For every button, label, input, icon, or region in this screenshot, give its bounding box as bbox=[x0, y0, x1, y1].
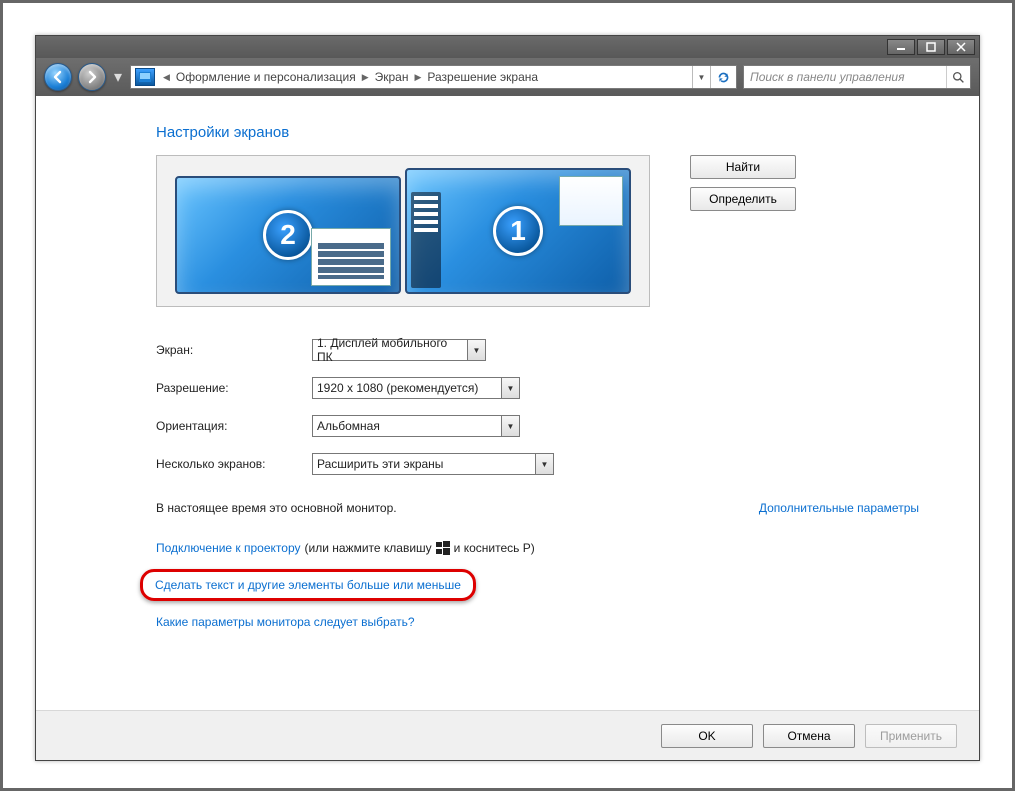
orientation-label: Ориентация: bbox=[156, 419, 312, 433]
advanced-settings-link[interactable]: Дополнительные параметры bbox=[759, 501, 919, 515]
primary-monitor-status: В настоящее время это основной монитор. bbox=[156, 501, 397, 515]
monitor-2-label: 2 bbox=[263, 210, 313, 260]
page-title: Настройки экранов bbox=[156, 124, 919, 141]
projector-hint-a: (или нажмите клавишу bbox=[305, 541, 432, 555]
forward-button[interactable] bbox=[78, 63, 106, 91]
highlight-callout: Сделать текст и другие элементы больше и… bbox=[140, 569, 476, 601]
back-button[interactable] bbox=[44, 63, 72, 91]
breadcrumb-resolution[interactable]: Разрешение экрана bbox=[425, 70, 540, 84]
decoration-icon bbox=[559, 176, 623, 226]
screen-label: Экран: bbox=[156, 343, 312, 357]
monitors-preview[interactable]: 2 1 bbox=[156, 155, 650, 307]
content-area: Настройки экранов 2 1 Найти Определить bbox=[36, 96, 979, 760]
screen-select[interactable]: 1. Дисплей мобильного ПК bbox=[312, 339, 468, 361]
multiple-displays-label: Несколько экранов: bbox=[156, 457, 312, 471]
navbar: ▾ ◀ Оформление и персонализация ▶ Экран … bbox=[36, 58, 979, 96]
orientation-select[interactable]: Альбомная bbox=[312, 415, 502, 437]
multiple-displays-select[interactable]: Расширить эти экраны bbox=[312, 453, 536, 475]
ok-button[interactable]: OK bbox=[661, 724, 753, 748]
monitor-1-label: 1 bbox=[493, 206, 543, 256]
projector-hint-b: и коснитесь P) bbox=[454, 541, 535, 555]
action-bar: OK Отмена Применить bbox=[36, 710, 979, 760]
maximize-button[interactable] bbox=[917, 39, 945, 55]
chevron-down-icon[interactable]: ▼ bbox=[502, 377, 520, 399]
find-button[interactable]: Найти bbox=[690, 155, 796, 179]
control-panel-icon bbox=[135, 68, 155, 86]
monitor-2[interactable]: 2 bbox=[175, 176, 401, 294]
chevron-right-icon: ▶ bbox=[410, 72, 425, 83]
minimize-button[interactable] bbox=[887, 39, 915, 55]
chevron-left-icon[interactable]: ◀ bbox=[159, 72, 174, 83]
search-icon[interactable] bbox=[946, 66, 970, 88]
chevron-right-icon: ▶ bbox=[358, 72, 373, 83]
close-button[interactable] bbox=[947, 39, 975, 55]
monitor-1[interactable]: 1 bbox=[405, 168, 631, 294]
breadcrumb-appearance[interactable]: Оформление и персонализация bbox=[174, 70, 358, 84]
address-bar[interactable]: ◀ Оформление и персонализация ▶ Экран ▶ … bbox=[130, 65, 737, 89]
breadcrumb-display[interactable]: Экран bbox=[373, 70, 411, 84]
decoration-icon bbox=[311, 228, 391, 286]
text-size-link[interactable]: Сделать текст и другие элементы больше и… bbox=[155, 578, 461, 592]
resolution-label: Разрешение: bbox=[156, 381, 312, 395]
search-placeholder: Поиск в панели управления bbox=[750, 70, 905, 84]
titlebar bbox=[36, 36, 979, 58]
identify-button[interactable]: Определить bbox=[690, 187, 796, 211]
projector-link[interactable]: Подключение к проектору bbox=[156, 541, 301, 555]
cancel-button[interactable]: Отмена bbox=[763, 724, 855, 748]
chevron-down-icon[interactable]: ▼ bbox=[468, 339, 486, 361]
decoration-icon bbox=[411, 192, 441, 288]
chevron-down-icon[interactable]: ▼ bbox=[502, 415, 520, 437]
apply-button: Применить bbox=[865, 724, 957, 748]
which-settings-link[interactable]: Какие параметры монитора следует выбрать… bbox=[156, 615, 919, 629]
history-dropdown[interactable]: ▾ bbox=[112, 63, 124, 91]
chevron-down-icon[interactable]: ▼ bbox=[536, 453, 554, 475]
address-dropdown[interactable]: ▼ bbox=[692, 66, 710, 88]
resolution-select[interactable]: 1920 x 1080 (рекомендуется) bbox=[312, 377, 502, 399]
search-input[interactable]: Поиск в панели управления bbox=[743, 65, 971, 89]
refresh-button[interactable] bbox=[710, 66, 736, 88]
windows-key-icon bbox=[436, 541, 450, 555]
